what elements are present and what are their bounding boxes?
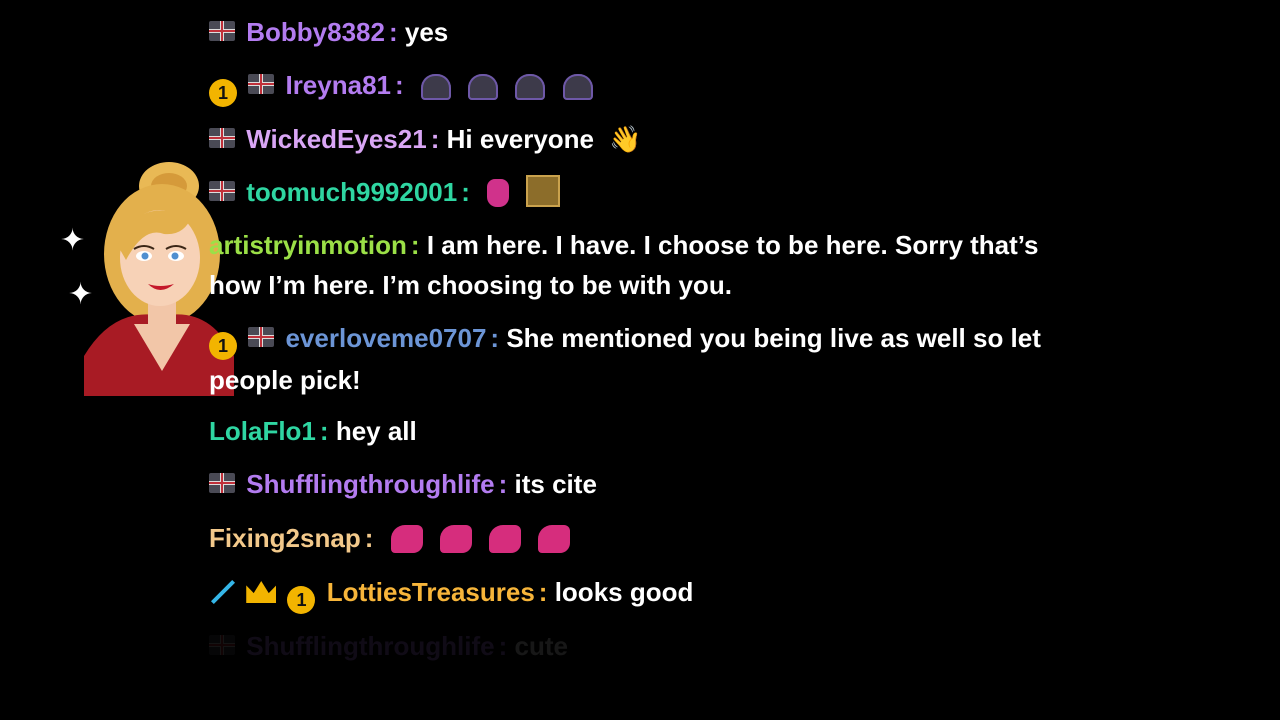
message-text: yes (404, 17, 449, 47)
username[interactable]: Ireyna81 (285, 70, 391, 100)
message-text: looks good (554, 577, 694, 607)
username[interactable]: LottiesTreasures (327, 577, 535, 607)
chat-message: Shufflingthroughlife: its cite (209, 464, 1059, 504)
uk-flag-icon (209, 21, 235, 41)
uk-flag-icon (248, 74, 275, 94)
uk-flag-icon (209, 128, 235, 148)
chat-message: LolaFlo1: hey all (209, 416, 417, 446)
mask-emote-icon (487, 179, 510, 207)
uk-flag-icon (209, 635, 235, 655)
message-text: Hi everyone (446, 124, 594, 154)
chat-message: toomuch9992001: (209, 172, 1059, 212)
coin-badge-icon: 1 (287, 586, 316, 614)
coin-badge-icon: 1 (209, 332, 237, 360)
sparkle-icon: ✦ (60, 224, 86, 257)
uk-flag-icon (209, 181, 235, 201)
dino-emote-icon (489, 525, 522, 553)
ghost-emote-icon (515, 74, 546, 100)
ghost-emote-icon (420, 74, 451, 100)
username[interactable]: Bobby8382 (246, 17, 385, 47)
uk-flag-icon (209, 473, 235, 493)
sparkle-icon: ✦ (68, 278, 94, 311)
username[interactable]: WickedEyes21 (246, 124, 426, 154)
crown-badge-icon (246, 581, 277, 603)
sword-badge-icon (209, 579, 235, 605)
chat-message: Fixing2snap: (209, 518, 1059, 558)
box-emote-icon (526, 175, 561, 207)
waving-hand-icon: 👋 (609, 124, 642, 154)
dino-emote-icon (439, 525, 472, 553)
username[interactable]: Shufflingthroughlife (246, 631, 494, 661)
message-text: its cite (514, 469, 597, 499)
coin-badge-icon: 1 (209, 79, 237, 107)
username[interactable]: Shufflingthroughlife (246, 469, 494, 499)
chat-message: artistryinmotion: I am here. I have. I c… (209, 230, 1039, 300)
chat-message: 1 LottiesTreasures: looks good (209, 572, 1059, 614)
message-text: cute (514, 631, 568, 661)
dino-emote-icon (390, 525, 423, 553)
chat-message-fading: Shufflingthroughlife: cute (209, 626, 1059, 666)
chat-message: 1 Ireyna81: (209, 65, 1059, 107)
username[interactable]: Fixing2snap (209, 523, 361, 553)
chat-message: 1 everloveme0707: She mentioned you bein… (209, 323, 1041, 395)
message-text: hey all (335, 416, 417, 446)
ghost-emote-icon (562, 74, 593, 100)
ghost-emote-icon (468, 74, 499, 100)
uk-flag-icon (248, 327, 275, 347)
dino-emote-icon (538, 525, 571, 553)
chat-message: WickedEyes21: Hi everyone 👋 (209, 119, 1059, 159)
username[interactable]: everloveme0707 (285, 323, 486, 353)
username[interactable]: toomuch9992001 (246, 177, 457, 207)
username[interactable]: artistryinmotion (209, 230, 407, 260)
username[interactable]: LolaFlo1 (209, 416, 316, 446)
chat-message: Bobby8382: yes (209, 12, 1059, 52)
